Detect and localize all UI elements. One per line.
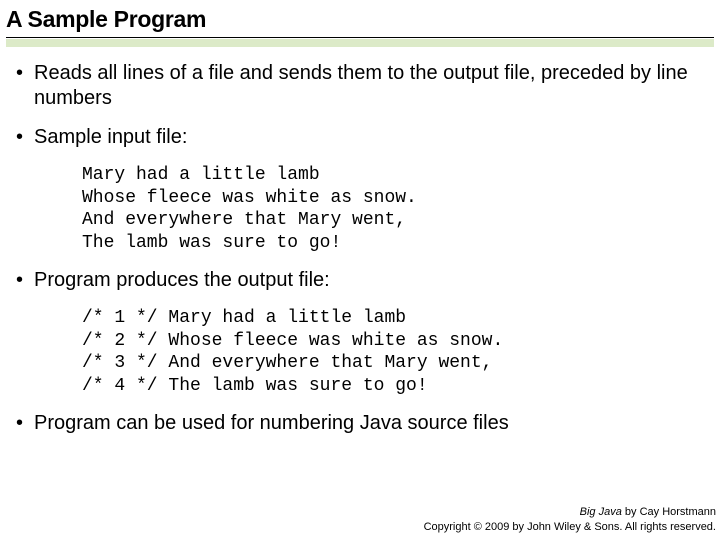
- bullet-item: Sample input file:: [12, 125, 708, 150]
- code-output: /* 1 */ Mary had a little lamb /* 2 */ W…: [82, 307, 708, 397]
- footer-line-1: Big Java by Cay Horstmann: [424, 505, 716, 519]
- footer-author: by Cay Horstmann: [622, 506, 716, 518]
- code-input: Mary had a little lamb Whose fleece was …: [82, 164, 708, 254]
- title-rule-light: [6, 39, 714, 47]
- title-rule-dark: [6, 37, 714, 38]
- slide: A Sample Program Reads all lines of a fi…: [0, 0, 720, 540]
- footer: Big Java by Cay Horstmann Copyright © 20…: [424, 505, 716, 534]
- bullet-list: Program produces the output file:: [12, 268, 708, 293]
- bullet-item: Program can be used for numbering Java s…: [12, 411, 708, 436]
- title-block: A Sample Program: [0, 0, 720, 47]
- slide-title: A Sample Program: [6, 6, 714, 35]
- bullet-item: Reads all lines of a file and sends them…: [12, 61, 708, 111]
- bullet-item: Program produces the output file:: [12, 268, 708, 293]
- bullet-list: Reads all lines of a file and sends them…: [12, 61, 708, 150]
- footer-book-title: Big Java: [580, 506, 622, 518]
- content-area: Reads all lines of a file and sends them…: [0, 47, 720, 436]
- bullet-list: Program can be used for numbering Java s…: [12, 411, 708, 436]
- footer-line-2: Copyright © 2009 by John Wiley & Sons. A…: [424, 520, 716, 534]
